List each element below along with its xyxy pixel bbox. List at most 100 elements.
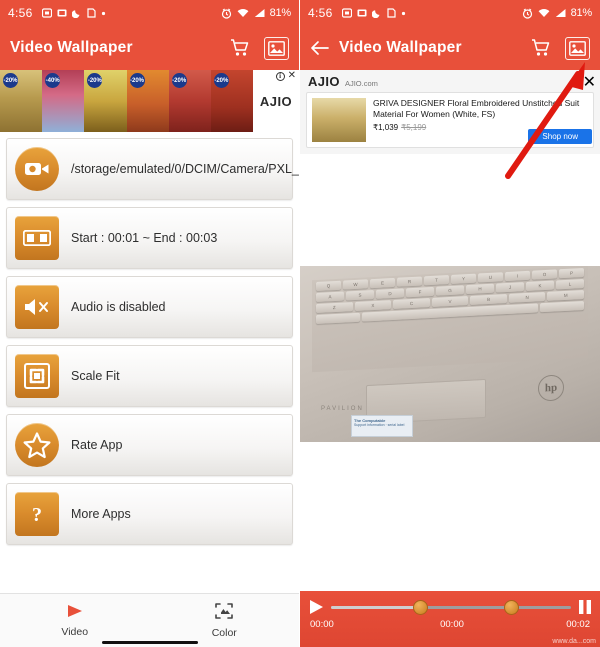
moon-icon [371, 8, 382, 18]
wifi-icon [538, 8, 550, 18]
seek-progress [331, 606, 423, 609]
ad-thumb[interactable]: -20% [84, 70, 127, 132]
list-item-label: /storage/emulated/0/DCIM/Camera/PXL_2021… [71, 161, 299, 176]
dot-icon [101, 11, 106, 16]
ad-controls[interactable]: i ✕ [274, 71, 297, 81]
ad-product-title: GRIVA DESIGNER Floral Embroidered Unstit… [373, 98, 580, 120]
scale-fit-icon [15, 354, 59, 398]
trim-range-icon [15, 216, 59, 260]
ad-thumb[interactable]: -20% [168, 70, 211, 132]
ad-brand: AJIO AJIO.com [306, 74, 594, 92]
speaker-mute-icon [15, 285, 59, 329]
seek-bar[interactable] [331, 597, 571, 617]
trim-start-handle[interactable] [412, 600, 428, 615]
status-time: 4:56 [308, 6, 333, 20]
shop-now-button[interactable]: Shop now [528, 129, 592, 144]
status-time: 4:56 [8, 6, 33, 20]
list-item-label: Start : 00:01 ~ End : 00:03 [71, 230, 218, 245]
list-item-scale[interactable]: Scale Fit [6, 345, 293, 407]
ad-banner-left[interactable]: -20% -40% -20% -20% -20% -20% AJIO i ✕ [0, 70, 299, 132]
ad-thumb[interactable]: -20% [210, 70, 253, 132]
play-icon[interactable] [308, 599, 324, 615]
ad-banner-right[interactable]: AJIO AJIO.com i ✕ GRIVA DESIGNER Floral … [300, 70, 600, 154]
bottom-nav-color[interactable]: Color [150, 602, 300, 639]
arrow-back-icon[interactable] [310, 40, 329, 56]
ad-thumb[interactable]: -20% [126, 70, 169, 132]
play-triangle-icon [66, 604, 84, 618]
time-start: 00:00 [310, 619, 334, 630]
list-item-rate-app[interactable]: Rate App [6, 414, 293, 476]
status-bar-left: 4:56 81% [0, 0, 299, 26]
ad-brand-name: AJIO [308, 74, 340, 89]
sd-card-icon [386, 8, 396, 18]
bottom-nav-video[interactable]: Video [0, 604, 150, 638]
list-item-more-apps[interactable]: ? More Apps [6, 483, 293, 545]
ad-discount-badge: -20% [129, 73, 145, 88]
hp-logo: hp [538, 374, 564, 402]
alarm-icon [522, 8, 533, 19]
bottom-nav-label: Color [211, 626, 237, 639]
laptop-photo: QWERTYUIOP ASDFGHJKL ZXCVBNM hp PAVILION… [300, 266, 600, 442]
status-left-icons [41, 8, 106, 18]
list-item-label: Audio is disabled [71, 299, 166, 314]
close-icon[interactable]: ✕ [288, 71, 296, 81]
ad-discount-badge: -20% [213, 73, 229, 88]
ad-thumb[interactable]: -40% [42, 70, 85, 132]
alarm-icon [221, 8, 232, 19]
sd-card-icon [86, 8, 96, 18]
status-right-icons: 81% [221, 7, 291, 19]
list-item-label: More Apps [71, 506, 131, 521]
pause-icon[interactable] [578, 599, 592, 615]
app-bar-left: Video Wallpaper [0, 26, 299, 70]
ad-brand-url: AJIO.com [344, 79, 378, 88]
wifi-icon [237, 8, 249, 18]
screenshot-icon [57, 8, 67, 18]
list-item-video-path[interactable]: /storage/emulated/0/DCIM/Camera/PXL_2021… [6, 138, 299, 200]
list-item-label: Scale Fit [71, 368, 120, 383]
app-bar-right: Video Wallpaper [300, 26, 600, 70]
image-picker-icon[interactable] [264, 36, 289, 60]
ad-thumb[interactable]: -20% [0, 70, 43, 132]
system-nav-hint [101, 641, 198, 644]
ad-discount-badge: -20% [3, 73, 18, 88]
moon-icon [71, 8, 82, 18]
shopping-cart-icon[interactable] [531, 38, 551, 58]
player-timestamps: 00:00 00:00 00:02 [308, 619, 592, 630]
screenshot-icon [357, 8, 367, 18]
laptop-sticker: The Computable Support information · ser… [351, 414, 413, 437]
video-preview-area: QWERTYUIOP ASDFGHJKL ZXCVBNM hp PAVILION… [300, 154, 600, 584]
list-item-audio[interactable]: Audio is disabled [6, 276, 293, 338]
player-controls [308, 597, 592, 617]
sim-icon [41, 8, 52, 18]
status-right-icons: 81% [522, 7, 592, 19]
question-mark-icon: ? [15, 492, 59, 536]
status-bar-right: 4:56 81% [300, 0, 600, 26]
page-title: Video Wallpaper [339, 39, 462, 56]
keyboard-area: QWERTYUIOP ASDFGHJKL ZXCVBNM [312, 266, 588, 372]
left-phone-screen: 4:56 81% Video Wallpaper -20% -40% -20% … [0, 0, 300, 647]
close-icon[interactable]: ✕ [583, 72, 596, 92]
time-middle: 00:00 [440, 619, 464, 630]
bottom-nav-label: Video [61, 625, 89, 638]
ad-product-image [312, 98, 366, 142]
status-left-icons [341, 8, 406, 18]
settings-list: /storage/emulated/0/DCIM/Camera/PXL_2021… [0, 132, 299, 545]
page-title: Video Wallpaper [10, 39, 133, 56]
video-frame-photo: QWERTYUIOP ASDFGHJKL ZXCVBNM hp PAVILION… [300, 266, 600, 442]
ad-info-icon[interactable]: i [569, 77, 579, 87]
ad-discount-badge: -20% [171, 73, 187, 88]
shopping-cart-icon[interactable] [230, 38, 250, 58]
pavilion-text: PAVILION [321, 406, 364, 413]
ad-image-strip[interactable]: -20% -40% -20% -20% -20% -20% [0, 70, 253, 132]
list-item-label: Rate App [71, 437, 123, 452]
trim-end-handle[interactable] [503, 600, 519, 615]
signal-icon [254, 8, 265, 18]
sim-icon [341, 8, 352, 18]
video-camera-icon [15, 147, 59, 191]
ad-controls[interactable]: i ✕ [569, 72, 596, 92]
video-player-bar: 00:00 00:00 00:02 www.da...com [300, 591, 600, 647]
ad-info-icon[interactable]: i [275, 71, 285, 81]
bottom-navigation-left: Video Color [0, 593, 299, 647]
image-picker-icon[interactable] [565, 36, 590, 60]
list-item-trim-range[interactable]: Start : 00:01 ~ End : 00:03 [6, 207, 293, 269]
